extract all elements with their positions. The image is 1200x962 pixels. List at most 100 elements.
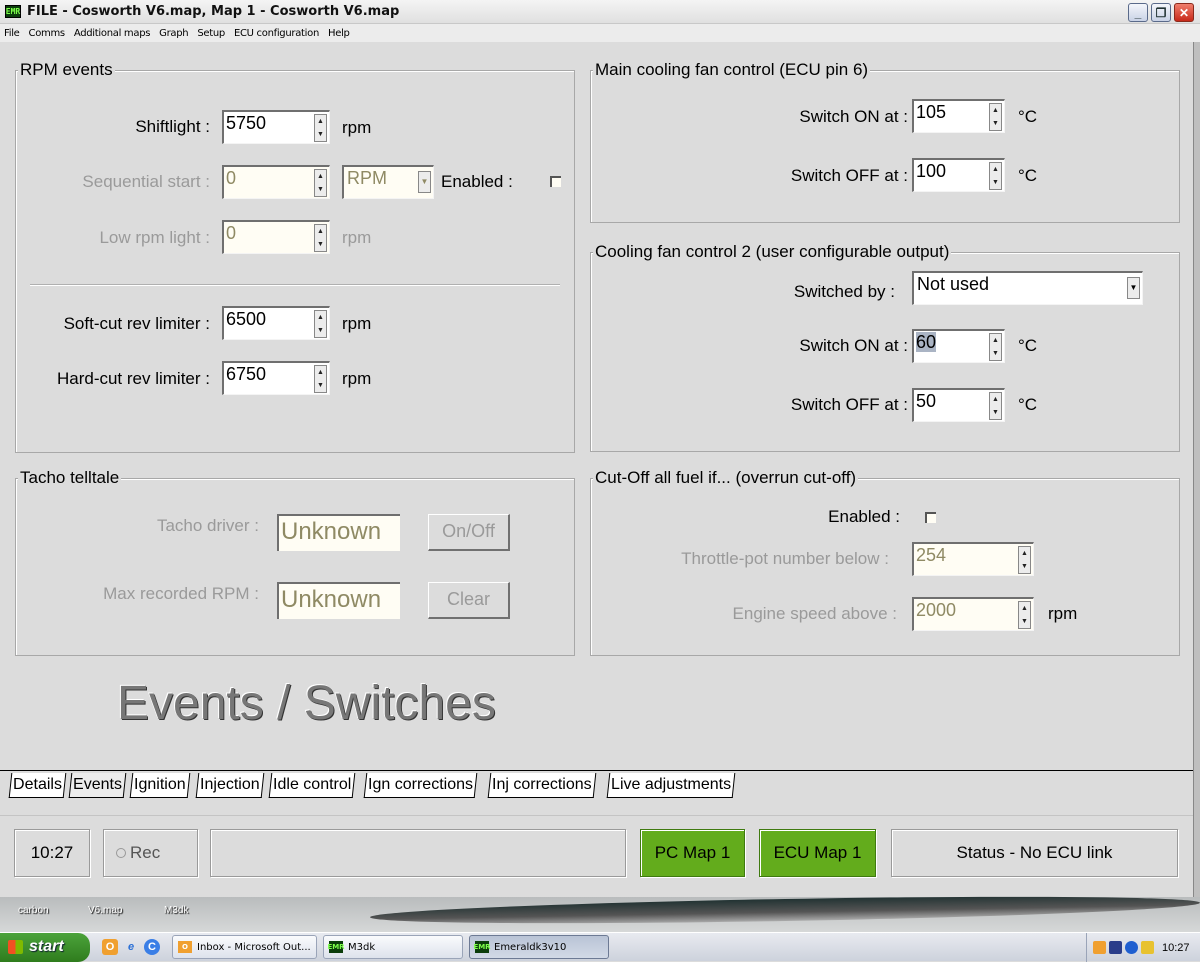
taskbar-item-emeraldk3v10[interactable]: EMR Emeraldk3v10	[469, 935, 609, 959]
internet-explorer-icon[interactable]: e	[123, 939, 139, 955]
fan2-on-input[interactable]: 60 ▲ ▼	[912, 329, 1005, 363]
low-rpm-light-unit: rpm	[342, 228, 372, 247]
hard-cut-input[interactable]: 6750 ▲ ▼	[222, 361, 330, 395]
spin-arrows[interactable]: ▲ ▼	[314, 114, 327, 142]
system-tray: 10:27	[1086, 933, 1200, 962]
ecu-link-status: Status - No ECU link	[891, 829, 1178, 877]
spin-arrows[interactable]: ▲ ▼	[314, 169, 327, 197]
spin-arrows[interactable]: ▲ ▼	[1018, 546, 1031, 574]
soft-cut-unit: rpm	[342, 314, 372, 333]
fan2-off-unit: °C	[1018, 395, 1038, 414]
outlook-tray-icon[interactable]	[1093, 941, 1106, 954]
engine-speed-label: Engine speed above :	[732, 604, 897, 623]
window-title: FILE - Cosworth V6.map, Map 1 - Cosworth…	[27, 4, 400, 19]
spin-arrows[interactable]: ▲ ▼	[989, 333, 1002, 361]
on-off-button[interactable]: On/Off	[428, 514, 510, 551]
fan2-off-input[interactable]: 50 ▲ ▼	[912, 388, 1005, 422]
soft-cut-input[interactable]: 6500 ▲ ▼	[222, 306, 330, 340]
tray-clock: 10:27	[1162, 941, 1190, 954]
menu-additional-maps[interactable]: Additional maps	[74, 28, 151, 39]
app-icon: EMR	[5, 5, 21, 18]
menu-help[interactable]: Help	[328, 28, 350, 39]
menu-setup[interactable]: Setup	[197, 28, 225, 39]
sequential-start-mode-select[interactable]: RPM ▼	[342, 165, 434, 199]
clear-button[interactable]: Clear	[428, 582, 510, 619]
switched-by-select[interactable]: Not used ▼	[912, 271, 1143, 305]
throttle-pot-input[interactable]: 254 ▲ ▼	[912, 542, 1034, 576]
sequential-enabled-checkbox[interactable]	[550, 176, 561, 187]
low-rpm-light-input[interactable]: 0 ▲ ▼	[222, 220, 330, 254]
quick-launch: O e C	[102, 939, 160, 955]
spin-arrows[interactable]: ▲ ▼	[314, 310, 327, 338]
taskbar-item-m3dk[interactable]: EMR M3dk	[323, 935, 463, 959]
desktop-icon[interactable]: V6.map	[88, 905, 122, 916]
rec-indicator[interactable]: Rec	[103, 829, 198, 877]
tab-details[interactable]: Details	[8, 773, 67, 798]
chevron-down-icon[interactable]: ▼	[418, 171, 431, 193]
engine-speed-input[interactable]: 2000 ▲ ▼	[912, 597, 1034, 631]
divider	[30, 284, 560, 286]
shiftlight-input[interactable]: 5750 ▲ ▼	[222, 110, 330, 144]
tab-idle-control[interactable]: Idle control	[268, 773, 356, 798]
security-shield-icon[interactable]	[1109, 941, 1122, 954]
menu-file[interactable]: File	[4, 28, 20, 39]
fan2-on-label: Switch ON at :	[799, 336, 908, 355]
desktop-icon[interactable]: M3dk	[164, 905, 188, 916]
hard-cut-unit: rpm	[342, 369, 372, 388]
tacho-driver-label: Tacho driver :	[156, 516, 259, 535]
tab-ign-corrections[interactable]: Ign corrections	[363, 773, 478, 798]
tab-bar: Details Events Ignition Injection Idle c…	[0, 770, 1200, 802]
outlook-icon[interactable]: O	[102, 939, 118, 955]
spin-arrows[interactable]: ▲ ▼	[314, 365, 327, 393]
tab-events[interactable]: Events	[68, 773, 127, 798]
main-fan-off-input[interactable]: 100 ▲ ▼	[912, 158, 1005, 192]
rec-radio-icon	[116, 848, 126, 858]
cutoff-enabled-checkbox[interactable]	[925, 512, 936, 523]
group-title: Tacho telltale	[18, 468, 122, 488]
tab-live-adjustments[interactable]: Live adjustments	[606, 773, 736, 798]
emr-icon: EMR	[473, 941, 491, 953]
tacho-telltale-group: Tacho telltale	[15, 468, 575, 656]
desktop-background: carbon V6.map M3dk	[0, 891, 1200, 932]
spin-arrows[interactable]: ▲ ▼	[989, 103, 1002, 131]
spin-arrows[interactable]: ▲ ▼	[989, 392, 1002, 420]
low-rpm-light-label: Low rpm light :	[99, 228, 210, 247]
restore-icon: ❐	[1155, 5, 1167, 20]
sequential-enabled-label: Enabled :	[441, 172, 513, 191]
spin-arrows[interactable]: ▲ ▼	[1018, 601, 1031, 629]
tab-injection[interactable]: Injection	[195, 773, 264, 798]
menu-graph[interactable]: Graph	[159, 28, 188, 39]
shiftlight-label: Shiftlight :	[135, 117, 210, 136]
menu-ecu-configuration[interactable]: ECU configuration	[234, 28, 319, 39]
tab-inj-corrections[interactable]: Inj corrections	[487, 773, 596, 798]
taskbar-item-outlook[interactable]: O Inbox - Microsoft Out...	[172, 935, 317, 959]
show-desktop-icon[interactable]: C	[144, 939, 160, 955]
throttle-pot-label: Throttle-pot number below :	[681, 549, 889, 568]
spin-arrows[interactable]: ▲ ▼	[989, 162, 1002, 190]
network-icon[interactable]	[1141, 941, 1154, 954]
spin-arrows[interactable]: ▲ ▼	[314, 224, 327, 252]
minimize-button[interactable]: _	[1128, 3, 1148, 22]
taskbar: start O e C O Inbox - Microsoft Out... EM…	[0, 932, 1200, 962]
main-fan-off-label: Switch OFF at :	[790, 166, 908, 185]
tab-ignition[interactable]: Ignition	[129, 773, 190, 798]
close-button[interactable]: ✕	[1174, 3, 1194, 22]
menu-bar: File Comms Additional maps Graph Setup E…	[0, 24, 1200, 42]
windows-flag-icon	[8, 940, 23, 954]
menu-comms[interactable]: Comms	[29, 28, 66, 39]
restore-button[interactable]: ❐	[1151, 3, 1171, 22]
start-button[interactable]: start	[0, 932, 90, 962]
tacho-driver-value: Unknown	[277, 514, 400, 551]
chevron-down-icon[interactable]: ▼	[1127, 277, 1140, 299]
sequential-start-input[interactable]: 0 ▲ ▼	[222, 165, 330, 199]
status-bar: 10:27 Rec PC Map 1 ECU Map 1 Status - No…	[0, 815, 1193, 897]
wallpaper-shape	[369, 891, 1200, 929]
main-fan-on-input[interactable]: 105 ▲ ▼	[912, 99, 1005, 133]
desktop-icon[interactable]: carbon	[18, 905, 49, 916]
outlook-icon: O	[178, 941, 192, 953]
minimize-icon: _	[1134, 5, 1142, 20]
bluetooth-icon[interactable]	[1125, 941, 1138, 954]
pc-map-indicator[interactable]: PC Map 1	[640, 829, 745, 877]
ecu-map-indicator[interactable]: ECU Map 1	[759, 829, 876, 877]
title-bar: EMR FILE - Cosworth V6.map, Map 1 - Cosw…	[0, 0, 1200, 24]
